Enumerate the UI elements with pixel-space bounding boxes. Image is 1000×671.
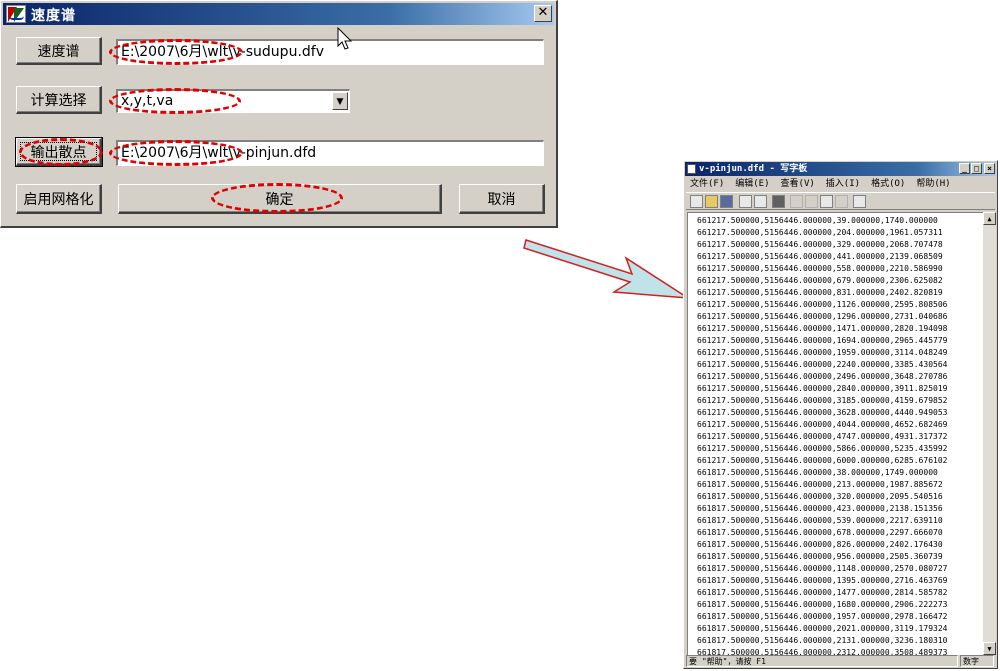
text-line: 661217.500000,5156446.000000,1296.000000…	[697, 312, 948, 321]
text-line: 661817.500000,5156446.000000,320.000000,…	[697, 492, 943, 501]
text-line: 661817.500000,5156446.000000,1680.000000…	[697, 600, 948, 609]
menu-bar: 文件(F) 编辑(E) 查看(V) 插入(I) 格式(O) 帮助(H)	[686, 177, 995, 191]
velocity-file-input[interactable]: E:\2007\6月\wlt\v-sudupu.dfv	[116, 39, 544, 65]
date-time-icon[interactable]	[853, 195, 866, 208]
text-line: 661217.500000,5156446.000000,558.000000,…	[697, 264, 943, 273]
wordpad-titlebar[interactable]: v-pinjun.dfd - 写字板 _ □ ×	[685, 162, 996, 176]
text-line: 661817.500000,5156446.000000,2312.000000…	[697, 648, 948, 655]
app-logo-icon	[6, 5, 26, 23]
text-line: 661217.500000,5156446.000000,1694.000000…	[697, 336, 948, 345]
save-icon[interactable]	[720, 195, 733, 208]
open-folder-icon[interactable]	[705, 195, 718, 208]
menu-format[interactable]: 格式(O)	[871, 177, 905, 191]
text-line: 661217.500000,5156446.000000,204.000000,…	[697, 228, 943, 237]
scroll-up-icon[interactable]: ▲	[983, 212, 996, 225]
velocity-spectrum-button[interactable]: 速度谱	[16, 37, 102, 65]
copy-icon[interactable]	[805, 195, 818, 208]
velocity-spectrum-dialog: 速度谱 ✕ 速度谱 E:\2007\6月\wlt\v-sudupu.dfv 计算…	[0, 0, 558, 228]
text-line: 661217.500000,5156446.000000,4044.000000…	[697, 420, 948, 429]
document-text-area[interactable]: 661217.500000,5156446.000000,39.000000,1…	[687, 212, 983, 655]
cancel-button[interactable]: 取消	[459, 184, 545, 214]
status-bar: 要 "帮助"，请按 F1 数字	[686, 655, 995, 667]
status-num-lock: 数字	[960, 655, 994, 667]
output-file-input[interactable]: E:\2007\6月\wlt\v-pinjun.dfd	[116, 140, 544, 166]
text-line: 661817.500000,5156446.000000,213.000000,…	[697, 480, 943, 489]
scroll-down-icon[interactable]: ▼	[983, 642, 996, 655]
minimize-icon[interactable]: _	[959, 163, 970, 174]
cut-icon[interactable]	[790, 195, 803, 208]
text-line: 661217.500000,5156446.000000,3185.000000…	[697, 396, 948, 405]
text-line: 661817.500000,5156446.000000,678.000000,…	[697, 528, 943, 537]
text-line: 661217.500000,5156446.000000,831.000000,…	[697, 288, 943, 297]
menu-edit[interactable]: 编辑(E)	[735, 177, 769, 191]
text-line: 661817.500000,5156446.000000,539.000000,…	[697, 516, 943, 525]
text-line: 661817.500000,5156446.000000,956.000000,…	[697, 552, 943, 561]
text-line: 661817.500000,5156446.000000,2021.000000…	[697, 624, 948, 633]
wordpad-title: v-pinjun.dfd - 写字板	[699, 164, 808, 174]
print-icon[interactable]	[739, 195, 752, 208]
text-line: 661217.500000,5156446.000000,4747.000000…	[697, 432, 948, 441]
text-line: 661217.500000,5156446.000000,329.000000,…	[697, 240, 943, 249]
menu-view[interactable]: 查看(V)	[781, 177, 815, 191]
text-line: 661217.500000,5156446.000000,2240.000000…	[697, 360, 948, 369]
chevron-down-icon[interactable]: ▼	[332, 92, 348, 110]
text-line: 661817.500000,5156446.000000,826.000000,…	[697, 540, 943, 549]
status-hint: 要 "帮助"，请按 F1	[686, 655, 958, 667]
toolbar	[686, 192, 995, 210]
dialog-titlebar[interactable]: 速度谱 ✕	[3, 3, 554, 25]
text-line: 661217.500000,5156446.000000,1126.000000…	[697, 300, 948, 309]
compute-select-value: x,y,t,va	[121, 93, 174, 109]
compute-select-combobox[interactable]: x,y,t,va ▼	[116, 89, 350, 113]
text-line: 661217.500000,5156446.000000,5866.000000…	[697, 444, 948, 453]
menu-help[interactable]: 帮助(H)	[916, 177, 950, 191]
text-line: 661817.500000,5156446.000000,2131.000000…	[697, 636, 948, 645]
close-icon[interactable]: ×	[984, 163, 995, 174]
text-line: 661217.500000,5156446.000000,679.000000,…	[697, 276, 943, 285]
wordpad-window: v-pinjun.dfd - 写字板 _ □ × 文件(F) 编辑(E) 查看(…	[683, 160, 998, 669]
menu-insert[interactable]: 插入(I)	[826, 177, 860, 191]
print-preview-icon[interactable]	[754, 195, 767, 208]
vertical-scrollbar[interactable]: ▲ ▼	[983, 212, 996, 655]
output-points-button[interactable]: 输出散点	[15, 137, 103, 167]
ok-button[interactable]: 确定	[118, 184, 442, 214]
text-line: 661217.500000,5156446.000000,2496.000000…	[697, 372, 948, 381]
new-document-icon[interactable]	[690, 195, 703, 208]
document-icon	[687, 164, 696, 174]
find-icon[interactable]	[772, 195, 785, 208]
enable-grid-button[interactable]: 启用网格化	[16, 184, 102, 214]
text-line: 661817.500000,5156446.000000,1148.000000…	[697, 564, 948, 573]
maximize-icon[interactable]: □	[971, 163, 982, 174]
text-line: 661817.500000,5156446.000000,1477.000000…	[697, 588, 948, 597]
text-line: 661217.500000,5156446.000000,2840.000000…	[697, 384, 948, 393]
text-line: 661817.500000,5156446.000000,38.000000,1…	[697, 468, 938, 477]
compute-select-button[interactable]: 计算选择	[16, 86, 102, 114]
dialog-title: 速度谱	[31, 8, 76, 24]
text-line: 661817.500000,5156446.000000,1395.000000…	[697, 576, 948, 585]
paste-icon[interactable]	[820, 195, 833, 208]
menu-file[interactable]: 文件(F)	[690, 177, 724, 191]
text-line: 661217.500000,5156446.000000,6000.000000…	[697, 456, 948, 465]
text-line: 661817.500000,5156446.000000,423.000000,…	[697, 504, 943, 513]
undo-icon[interactable]	[835, 195, 848, 208]
text-line: 661217.500000,5156446.000000,1471.000000…	[697, 324, 948, 333]
text-line: 661217.500000,5156446.000000,1959.000000…	[697, 348, 948, 357]
close-icon[interactable]: ✕	[534, 5, 552, 22]
text-line: 661217.500000,5156446.000000,39.000000,1…	[697, 216, 938, 225]
text-line: 661217.500000,5156446.000000,3628.000000…	[697, 408, 948, 417]
mouse-cursor-icon	[337, 27, 353, 50]
text-line: 661817.500000,5156446.000000,1957.000000…	[697, 612, 948, 621]
pointer-arrow-icon	[523, 239, 689, 299]
text-line: 661217.500000,5156446.000000,441.000000,…	[697, 252, 943, 261]
